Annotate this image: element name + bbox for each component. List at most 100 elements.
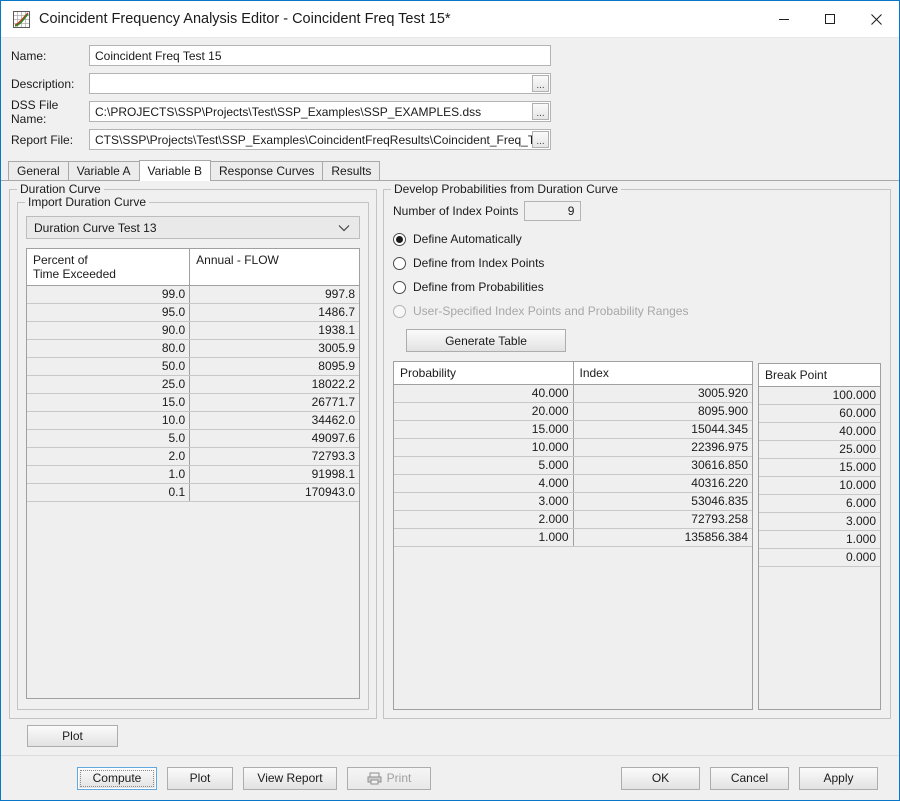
table-cell[interactable]: 170943.0 bbox=[189, 483, 359, 502]
table-cell[interactable]: 3.000 bbox=[759, 512, 880, 531]
table-cell[interactable]: 10.0 bbox=[27, 411, 191, 430]
apply-button[interactable]: Apply bbox=[799, 766, 878, 790]
table-cell[interactable]: 25.000 bbox=[759, 440, 880, 459]
table-cell[interactable]: 26771.7 bbox=[189, 393, 359, 412]
table-row[interactable]: 1.0 91998.1 bbox=[27, 465, 359, 484]
table-cell[interactable]: 72793.3 bbox=[189, 447, 359, 466]
table-row[interactable]: 25.0 18022.2 bbox=[27, 375, 359, 394]
table-row[interactable]: 5.000 30616.850 bbox=[394, 456, 752, 475]
table-row[interactable]: 2.0 72793.3 bbox=[27, 447, 359, 466]
table-cell[interactable]: 3.000 bbox=[394, 492, 574, 511]
table-row[interactable]: 40.000 bbox=[759, 422, 880, 441]
header-index[interactable]: Index bbox=[573, 362, 752, 385]
table-row[interactable]: 100.000 bbox=[759, 386, 880, 405]
table-row[interactable]: 15.000 15044.345 bbox=[394, 420, 752, 439]
table-cell[interactable]: 60.000 bbox=[759, 404, 880, 423]
table-cell[interactable]: 90.0 bbox=[27, 321, 191, 340]
table-row[interactable]: 1.000 135856.384 bbox=[394, 528, 752, 547]
table-row[interactable]: 4.000 40316.220 bbox=[394, 474, 752, 493]
view-report-button[interactable]: View Report bbox=[243, 766, 337, 790]
table-cell[interactable]: 34462.0 bbox=[189, 411, 359, 430]
table-cell[interactable]: 20.000 bbox=[394, 402, 574, 421]
table-cell[interactable]: 40.000 bbox=[759, 422, 880, 441]
table-cell[interactable]: 10.000 bbox=[759, 476, 880, 495]
minimize-button[interactable] bbox=[761, 1, 807, 37]
table-cell[interactable]: 40316.220 bbox=[573, 474, 752, 493]
tab-response-curves[interactable]: Response Curves bbox=[210, 161, 324, 180]
table-cell[interactable]: 135856.384 bbox=[573, 528, 752, 547]
maximize-button[interactable] bbox=[807, 1, 853, 37]
table-cell[interactable]: 99.0 bbox=[27, 285, 191, 304]
table-cell[interactable]: 2.0 bbox=[27, 447, 191, 466]
table-cell[interactable]: 22396.975 bbox=[573, 438, 752, 457]
table-cell[interactable]: 1.000 bbox=[759, 530, 880, 549]
table-row[interactable]: 3.000 bbox=[759, 512, 880, 531]
table-cell[interactable]: 4.000 bbox=[394, 474, 574, 493]
tab-general[interactable]: General bbox=[8, 161, 69, 180]
ok-button[interactable]: OK bbox=[621, 766, 700, 790]
tab-results[interactable]: Results bbox=[322, 161, 381, 180]
cancel-button[interactable]: Cancel bbox=[710, 766, 789, 790]
table-cell[interactable]: 80.0 bbox=[27, 339, 191, 358]
dss-file-browse-button[interactable]: ... bbox=[532, 103, 549, 120]
duration-curve-table-wrapper[interactable]: Percent of Time Exceeded Annual - FLOW 9… bbox=[26, 248, 360, 699]
table-cell[interactable]: 30616.850 bbox=[573, 456, 752, 475]
table-row[interactable]: 3.000 53046.835 bbox=[394, 492, 752, 511]
number-of-index-points-input[interactable]: 9 bbox=[524, 201, 582, 221]
report-file-input[interactable]: CTS\SSP\Projects\Test\SSP_Examples\Coinc… bbox=[89, 129, 551, 150]
table-row[interactable]: 50.0 8095.9 bbox=[27, 357, 359, 376]
table-row[interactable]: 6.000 bbox=[759, 494, 880, 513]
table-cell[interactable]: 49097.6 bbox=[189, 429, 359, 448]
header-break-point[interactable]: Break Point bbox=[759, 364, 880, 387]
duration-curve-plot-button[interactable]: Plot bbox=[27, 725, 118, 747]
table-cell[interactable]: 100.000 bbox=[759, 386, 880, 405]
tab-variable-a[interactable]: Variable A bbox=[67, 161, 140, 180]
table-cell[interactable]: 95.0 bbox=[27, 303, 191, 322]
compute-button[interactable]: Compute bbox=[77, 766, 157, 790]
table-row[interactable]: 5.0 49097.6 bbox=[27, 429, 359, 448]
radio-define-from-probabilities[interactable]: Define from Probabilities bbox=[393, 275, 881, 299]
table-cell[interactable]: 3005.920 bbox=[573, 384, 752, 403]
dss-file-input[interactable]: C:\PROJECTS\SSP\Projects\Test\SSP_Exampl… bbox=[89, 101, 551, 122]
table-row[interactable]: 10.000 bbox=[759, 476, 880, 495]
table-row[interactable]: 0.1 170943.0 bbox=[27, 483, 359, 502]
description-input[interactable]: ... bbox=[89, 73, 551, 94]
table-cell[interactable]: 8095.9 bbox=[189, 357, 359, 376]
duration-curve-select[interactable]: Duration Curve Test 13 bbox=[26, 216, 360, 239]
tab-variable-b[interactable]: Variable B bbox=[138, 160, 211, 181]
table-cell[interactable]: 72793.258 bbox=[573, 510, 752, 529]
table-cell[interactable]: 5.0 bbox=[27, 429, 191, 448]
table-row[interactable]: 10.000 22396.975 bbox=[394, 438, 752, 457]
table-cell[interactable]: 40.000 bbox=[394, 384, 574, 403]
table-cell[interactable]: 25.0 bbox=[27, 375, 191, 394]
description-browse-button[interactable]: ... bbox=[532, 75, 549, 92]
close-button[interactable] bbox=[853, 1, 899, 37]
generate-table-button[interactable]: Generate Table bbox=[406, 329, 566, 352]
table-cell[interactable]: 53046.835 bbox=[573, 492, 752, 511]
table-cell[interactable]: 50.0 bbox=[27, 357, 191, 376]
table-row[interactable]: 15.000 bbox=[759, 458, 880, 477]
table-cell[interactable]: 2.000 bbox=[394, 510, 574, 529]
table-cell[interactable]: 15.000 bbox=[759, 458, 880, 477]
header-probability[interactable]: Probability bbox=[394, 362, 574, 385]
table-row[interactable]: 99.0 997.8 bbox=[27, 285, 359, 304]
report-file-browse-button[interactable]: ... bbox=[532, 131, 549, 148]
table-cell[interactable]: 15044.345 bbox=[573, 420, 752, 439]
break-point-table-wrapper[interactable]: Break Point 100.000 60.000 40.000 25.000 15.… bbox=[758, 363, 881, 710]
table-cell[interactable]: 3005.9 bbox=[189, 339, 359, 358]
name-input[interactable]: Coincident Freq Test 15 bbox=[89, 45, 551, 66]
table-cell[interactable]: 997.8 bbox=[189, 285, 359, 304]
probability-index-table-wrapper[interactable]: Probability Index 40.000 3005.920 20.000 80… bbox=[393, 361, 753, 710]
table-cell[interactable]: 1.0 bbox=[27, 465, 191, 484]
header-percent-time-exceeded[interactable]: Percent of Time Exceeded bbox=[27, 249, 191, 286]
table-row[interactable]: 60.000 bbox=[759, 404, 880, 423]
radio-define-automatically[interactable]: Define Automatically bbox=[393, 227, 881, 251]
table-row[interactable]: 20.000 8095.900 bbox=[394, 402, 752, 421]
table-cell[interactable]: 18022.2 bbox=[189, 375, 359, 394]
table-cell[interactable]: 15.000 bbox=[394, 420, 574, 439]
table-cell[interactable]: 91998.1 bbox=[189, 465, 359, 484]
table-row[interactable]: 1.000 bbox=[759, 530, 880, 549]
table-cell[interactable]: 0.1 bbox=[27, 483, 191, 502]
table-cell[interactable]: 8095.900 bbox=[573, 402, 752, 421]
table-cell[interactable]: 15.0 bbox=[27, 393, 191, 412]
